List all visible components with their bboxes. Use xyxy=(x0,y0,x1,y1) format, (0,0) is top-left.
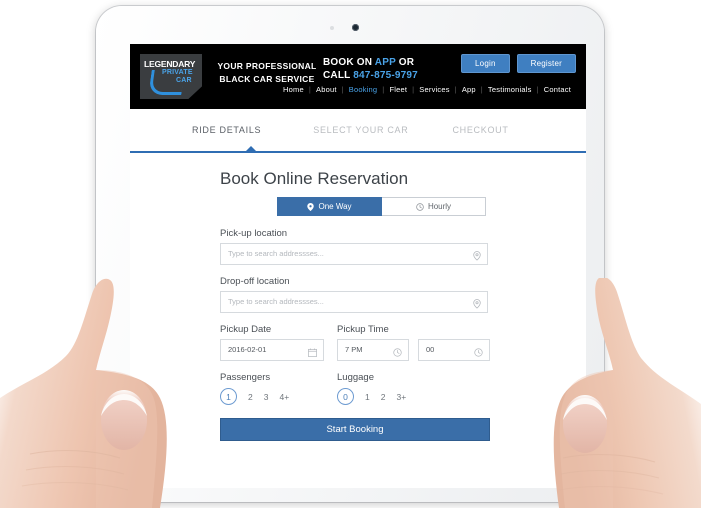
map-pin-icon xyxy=(473,296,481,314)
trip-type-toggle: One Way Hourly xyxy=(277,197,486,216)
passengers-option-2[interactable]: 2 xyxy=(248,392,253,402)
book-on-app-line: BOOK ON APP OR xyxy=(323,56,418,69)
pickup-hour-input[interactable]: 7 PM xyxy=(337,339,409,361)
passengers-option-1[interactable]: 1 xyxy=(220,388,237,405)
map-pin-icon xyxy=(473,248,481,266)
logo-text-car: CAR xyxy=(176,77,192,84)
pickup-date-input[interactable]: 2016-02-01 xyxy=(220,339,324,361)
logo-text-legendary: LEGENDARY xyxy=(144,59,196,69)
one-way-label: One Way xyxy=(318,202,352,211)
luggage-options: 0 1 2 3+ xyxy=(337,388,490,405)
clock-icon xyxy=(474,344,483,362)
nav-item-contact[interactable]: Contact xyxy=(539,85,576,94)
luggage-option-3plus[interactable]: 3+ xyxy=(396,392,406,402)
booking-form: Book Online Reservation One Way Hourly P… xyxy=(130,153,586,441)
auth-buttons: Login Register xyxy=(461,54,576,73)
header-tagline: YOUR PROFESSIONAL BLACK CAR SERVICE xyxy=(212,60,322,86)
clock-icon xyxy=(393,344,402,362)
active-tab-arrow-icon xyxy=(246,146,256,151)
site-logo[interactable]: LEGENDARY PRIVATE CAR xyxy=(140,54,202,99)
header-book-call: BOOK ON APP OR CALL 847-875-9797 xyxy=(323,56,418,82)
sensor-dot xyxy=(330,26,334,30)
hourly-label: Hourly xyxy=(427,202,452,211)
nav-item-home[interactable]: Home xyxy=(278,85,309,94)
pickup-time-label: Pickup Time xyxy=(337,324,389,335)
login-button[interactable]: Login xyxy=(461,54,510,73)
calendar-icon xyxy=(308,344,317,362)
call-label: CALL xyxy=(323,70,351,81)
book-suffix-text: OR xyxy=(398,57,415,68)
luggage-option-1[interactable]: 1 xyxy=(365,392,370,402)
main-navigation: Home | About | Booking | Fleet | Service… xyxy=(278,85,576,94)
book-prefix-text: BOOK ON xyxy=(323,57,373,68)
site-header: LEGENDARY PRIVATE CAR YOUR PROFESSIONAL … xyxy=(130,44,586,109)
passengers-option-3[interactable]: 3 xyxy=(264,392,269,402)
start-booking-button[interactable]: Start Booking xyxy=(220,418,490,441)
tab-checkout[interactable]: CHECKOUT xyxy=(452,125,508,135)
pickup-date-value: 2016-02-01 xyxy=(228,345,267,354)
passengers-group: Passengers 1 2 3 4+ xyxy=(220,372,324,405)
clock-icon xyxy=(416,202,424,211)
register-button[interactable]: Register xyxy=(516,54,576,73)
passengers-label: Passengers xyxy=(220,372,271,383)
pickup-time-group: Pickup Time 7 PM 00 xyxy=(337,324,490,361)
datetime-row: Pickup Date 2016-02-01 Pickup Time 7 PM … xyxy=(220,324,586,361)
left-hand xyxy=(0,278,167,508)
tablet-screen: LEGENDARY PRIVATE CAR YOUR PROFESSIONAL … xyxy=(130,44,586,488)
pickup-location-input[interactable]: Type to search addressses... xyxy=(220,243,488,265)
logo-text-private: PRIVATE xyxy=(162,69,193,76)
nav-item-about[interactable]: About xyxy=(311,85,342,94)
nav-item-fleet[interactable]: Fleet xyxy=(384,85,412,94)
nav-item-services[interactable]: Services xyxy=(414,85,454,94)
luggage-label: Luggage xyxy=(337,372,374,383)
pickup-hour-value: 7 PM xyxy=(345,345,363,354)
one-way-toggle-button[interactable]: One Way xyxy=(277,197,382,216)
pickup-minute-input[interactable]: 00 xyxy=(418,339,490,361)
passengers-options: 1 2 3 4+ xyxy=(220,388,324,405)
dropoff-location-input[interactable]: Type to search addressses... xyxy=(220,291,488,313)
nav-item-booking[interactable]: Booking xyxy=(344,85,383,94)
page-title: Book Online Reservation xyxy=(220,169,409,188)
dropoff-location-placeholder: Type to search addressses... xyxy=(228,297,324,306)
book-app-link[interactable]: APP xyxy=(375,57,396,68)
booking-step-tabs: RIDE DETAILS SELECT YOUR CAR CHECKOUT xyxy=(130,109,586,151)
call-line: CALL 847-875-9797 xyxy=(323,69,418,82)
dropoff-location-label: Drop-off location xyxy=(220,276,290,287)
nav-item-testimonials[interactable]: Testimonials xyxy=(483,85,537,94)
hourly-toggle-button[interactable]: Hourly xyxy=(382,197,486,216)
luggage-group: Luggage 0 1 2 3+ xyxy=(337,372,490,405)
tab-select-your-car[interactable]: SELECT YOUR CAR xyxy=(313,125,408,135)
nav-item-app[interactable]: App xyxy=(457,85,481,94)
phone-number-link[interactable]: 847-875-9797 xyxy=(353,70,418,81)
tagline-line-1: YOUR PROFESSIONAL xyxy=(217,61,317,71)
counts-row: Passengers 1 2 3 4+ Luggage 0 1 2 3+ xyxy=(220,372,586,405)
luggage-option-0[interactable]: 0 xyxy=(337,388,354,405)
pickup-location-placeholder: Type to search addressses... xyxy=(228,249,324,258)
pickup-date-label: Pickup Date xyxy=(220,324,272,335)
passengers-option-4plus[interactable]: 4+ xyxy=(279,392,289,402)
map-pin-icon xyxy=(307,202,315,211)
pickup-minute-value: 00 xyxy=(426,345,435,354)
pickup-date-group: Pickup Date 2016-02-01 xyxy=(220,324,324,361)
tab-ride-details[interactable]: RIDE DETAILS xyxy=(192,125,261,135)
pickup-location-label: Pick-up location xyxy=(220,228,288,239)
luggage-option-2[interactable]: 2 xyxy=(381,392,386,402)
pickup-time-inputs: 7 PM 00 xyxy=(337,339,490,361)
right-hand xyxy=(553,278,701,508)
camera-dot xyxy=(352,24,359,31)
